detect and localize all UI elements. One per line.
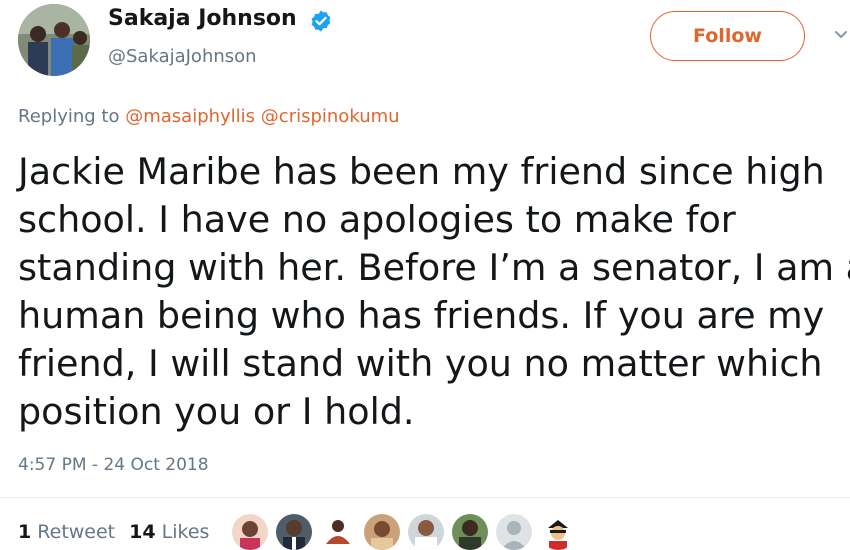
liker-avatar-7-icon[interactable] bbox=[496, 514, 532, 550]
follow-button[interactable]: Follow bbox=[650, 11, 805, 61]
tweet-text-line: school. I have no apologies to make for bbox=[18, 198, 736, 241]
mention-link[interactable]: @masaiphyllis bbox=[125, 106, 255, 127]
retweet-stat[interactable]: 1 Retweet bbox=[18, 521, 115, 543]
tweet-header: Sakaja Johnson @SakajaJohnson Follow bbox=[0, 0, 850, 90]
user-handle[interactable]: @SakajaJohnson bbox=[108, 46, 257, 67]
retweet-count: 1 bbox=[18, 521, 32, 543]
tweet-stats: 1 Retweet 14 Likes bbox=[18, 521, 209, 543]
likes-stat[interactable]: 14 Likes bbox=[129, 521, 209, 543]
display-name[interactable]: Sakaja Johnson bbox=[108, 6, 297, 31]
liker-avatar-3-icon[interactable] bbox=[320, 514, 356, 550]
tweet-card: Sakaja Johnson @SakajaJohnson Follow Rep… bbox=[0, 0, 850, 550]
liker-avatar-6-icon[interactable] bbox=[452, 514, 488, 550]
likes-count: 14 bbox=[129, 521, 156, 543]
likes-label: Likes bbox=[161, 521, 210, 543]
chevron-down-icon[interactable] bbox=[833, 28, 849, 42]
liker-avatar-5-icon[interactable] bbox=[408, 514, 444, 550]
tweet-text: Jackie Maribe has been my friend since h… bbox=[18, 148, 850, 436]
tweet-timestamp[interactable]: 4:57 PM - 24 Oct 2018 bbox=[18, 455, 209, 475]
tweet-text-line: position you or I hold. bbox=[18, 390, 415, 433]
mention-link[interactable]: @crispinokumu bbox=[261, 106, 400, 127]
verified-badge-icon bbox=[311, 10, 331, 32]
tweet-text-line: human being who has friends. If you are … bbox=[18, 294, 825, 337]
liker-avatar-1-icon[interactable] bbox=[232, 514, 268, 550]
liker-avatar-2-icon[interactable] bbox=[276, 514, 312, 550]
tweet-text-line: Jackie Maribe has been my friend since h… bbox=[18, 150, 825, 193]
liker-avatar-4-icon[interactable] bbox=[364, 514, 400, 550]
profile-photo-icon[interactable] bbox=[18, 4, 90, 76]
liker-avatar-8-icon[interactable] bbox=[540, 514, 576, 550]
tweet-text-line: standing with her. Before I’m a senator,… bbox=[18, 246, 850, 289]
replying-to-label: Replying to bbox=[18, 106, 120, 127]
tweet-text-line: friend, I will stand with you no matter … bbox=[18, 342, 823, 385]
replying-to: Replying to @masaiphyllis @crispinokumu bbox=[18, 106, 400, 127]
retweet-label: Retweet bbox=[37, 521, 116, 543]
divider bbox=[0, 497, 850, 498]
